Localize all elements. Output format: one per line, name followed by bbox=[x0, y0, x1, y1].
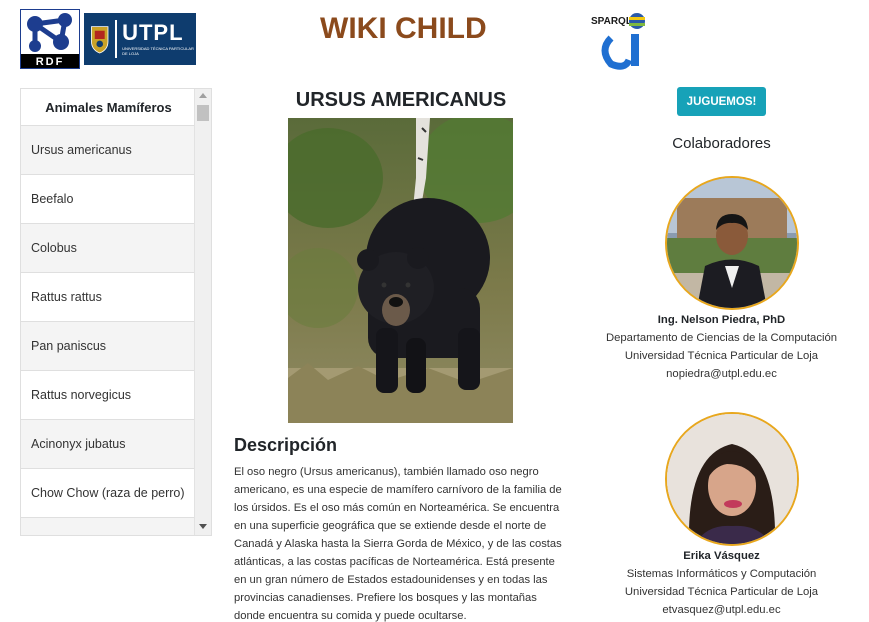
description-title: Descripción bbox=[234, 435, 338, 455]
rdf-logo-text: RDF bbox=[36, 56, 65, 68]
sidebar-item-chow-chow[interactable]: Chow Chow (raza de perro) bbox=[21, 469, 196, 518]
collaborator-avatar-erika bbox=[665, 412, 799, 546]
collaborator-name: Erika Vásquez bbox=[683, 550, 760, 562]
collaborator-card-nelson: Ing. Nelson Piedra, PhD Departamento de … bbox=[590, 311, 853, 383]
collaborator-avatar-nelson bbox=[665, 176, 799, 310]
sidebar-item-ursus-americanus[interactable]: Ursus americanus bbox=[21, 126, 196, 175]
collaborator-department: Departamento de Ciencias de la Computaci… bbox=[605, 332, 838, 344]
collaborator-email: nopiedra@utpl.edu.ec bbox=[666, 368, 777, 380]
utpl-logo: UTPL UNIVERSIDAD TÉCNICA PARTICULAR DE L… bbox=[84, 13, 196, 65]
utpl-crest-icon bbox=[91, 26, 109, 54]
sidebar-scrollbar[interactable] bbox=[194, 89, 211, 535]
collaborator-university: Universidad Técnica Particular de Loja bbox=[624, 350, 819, 362]
sidebar-item-neofelis-nebulosa[interactable]: Neofelis nebulosa bbox=[21, 518, 196, 535]
sidebar-item-pan-paniscus[interactable]: Pan paniscus bbox=[21, 322, 196, 371]
mammals-sidebar: Animales Mamíferos Ursus americanus Beef… bbox=[20, 88, 212, 536]
sidebar-item-colobus[interactable]: Colobus bbox=[21, 224, 196, 273]
mammals-list: Ursus americanus Beefalo Colobus Rattus … bbox=[21, 126, 196, 535]
sparql-logo-text: SPARQL bbox=[591, 16, 632, 27]
sidebar-item-rattus-norvegicus[interactable]: Rattus norvegicus bbox=[21, 371, 196, 420]
sidebar-header: Animales Mamíferos bbox=[21, 89, 196, 126]
scroll-up-arrow-icon[interactable] bbox=[199, 93, 207, 98]
scrollbar-thumb[interactable] bbox=[197, 105, 209, 121]
rdf-logo: RDF bbox=[20, 9, 80, 69]
sparql-logo: SPARQL bbox=[591, 10, 651, 70]
species-title: URSUS AMERICANUS bbox=[295, 89, 507, 111]
play-button[interactable]: JUGUEMOS! bbox=[677, 87, 766, 116]
black-bear-photo bbox=[288, 118, 513, 423]
collaborator-university: Universidad Técnica Particular de Loja bbox=[624, 586, 819, 598]
collaborators-title: Colaboradores bbox=[672, 135, 771, 152]
scroll-down-arrow-icon[interactable] bbox=[199, 524, 207, 529]
sidebar-item-beefalo[interactable]: Beefalo bbox=[21, 175, 196, 224]
utpl-logo-text: UTPL bbox=[122, 20, 184, 45]
utpl-logo-subtext: UNIVERSIDAD TÉCNICA PARTICULAR DE LOJA bbox=[122, 46, 194, 56]
site-title: WIKI CHILD bbox=[320, 12, 487, 45]
collaborator-name: Ing. Nelson Piedra, PhD bbox=[657, 314, 786, 326]
collaborator-department: Sistemas Informáticos y Computación bbox=[626, 568, 817, 580]
collaborator-card-erika: Erika Vásquez Sistemas Informáticos y Co… bbox=[590, 547, 853, 619]
sidebar-item-rattus-rattus[interactable]: Rattus rattus bbox=[21, 273, 196, 322]
collaborator-email: etvasquez@utpl.edu.ec bbox=[662, 604, 781, 616]
description-text: El oso negro (Ursus americanus), también… bbox=[234, 466, 562, 622]
sidebar-item-acinonyx-jubatus[interactable]: Acinonyx jubatus bbox=[21, 420, 196, 469]
